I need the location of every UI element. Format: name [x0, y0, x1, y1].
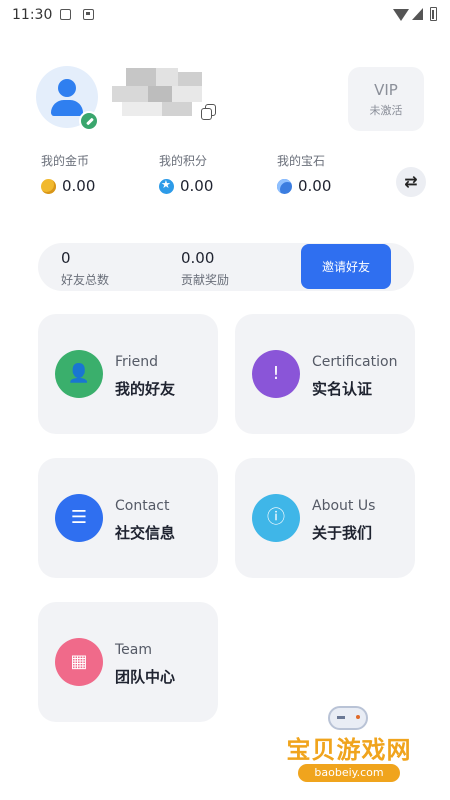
- copy-icon-front: [201, 108, 212, 120]
- edit-icon[interactable]: [79, 111, 99, 131]
- menu-card-cn: 我的好友: [115, 380, 176, 398]
- shield-icon: !: [252, 350, 300, 398]
- username-redacted: [112, 68, 208, 120]
- chat-glyph: ☰: [70, 507, 88, 528]
- points-icon: [159, 178, 174, 194]
- status-time: 11:30: [12, 7, 53, 23]
- menu-card-team[interactable]: ▦ Team 团队中心: [38, 602, 218, 722]
- copy-icon[interactable]: [201, 104, 218, 121]
- wallet-coins[interactable]: 我的金币 0.00: [41, 152, 95, 195]
- gem-icon: [277, 178, 292, 194]
- menu-card-en: Friend: [115, 354, 159, 370]
- reward-stat: 0.00 贡献奖励: [181, 249, 229, 288]
- grid-glyph: ▦: [70, 651, 88, 672]
- notification-icon: [60, 9, 71, 20]
- watermark-url: baobeiy.com: [298, 764, 400, 782]
- wallet-label: 我的金币: [41, 154, 90, 168]
- vip-status: 未激活: [369, 104, 403, 117]
- watermark-logo: 宝贝游戏网 baobeiy.com: [276, 706, 422, 788]
- menu-card-en: About Us: [312, 498, 376, 514]
- shield-glyph: !: [272, 363, 280, 384]
- exchange-button[interactable]: ⇄: [396, 167, 426, 197]
- menu-card-cn: 社交信息: [115, 524, 176, 542]
- menu-card-en: Certification: [312, 354, 398, 370]
- status-bar: 11:30: [0, 0, 450, 30]
- grid-icon: ▦: [55, 638, 103, 686]
- wifi-icon: [393, 9, 409, 21]
- menu-card-certification[interactable]: ! Certification 实名认证: [235, 314, 415, 434]
- wallet-gems[interactable]: 我的宝石 0.00: [277, 152, 331, 195]
- person-glyph: 👤: [67, 363, 91, 384]
- wallet-value: 0.00: [298, 177, 332, 195]
- wallet-points[interactable]: 我的积分 0.00: [159, 152, 213, 195]
- menu-card-cn: 团队中心: [115, 668, 176, 686]
- friends-total-stat: 0 好友总数: [61, 249, 109, 288]
- friends-total-label: 好友总数: [61, 273, 110, 287]
- menu-card-en: Team: [115, 642, 153, 658]
- wallet-value: 0.00: [180, 177, 214, 195]
- menu-card-en: Contact: [115, 498, 170, 514]
- vip-card[interactable]: VIP 未激活: [348, 67, 424, 131]
- menu-card-about[interactable]: ⓘ About Us 关于我们: [235, 458, 415, 578]
- watermark-brand: 宝贝游戏网: [286, 736, 412, 764]
- invite-friends-button[interactable]: 邀请好友: [301, 244, 391, 289]
- swap-icon: ⇄: [404, 172, 418, 191]
- signal-icon: [412, 8, 423, 20]
- gamepad-icon: [328, 706, 368, 730]
- person-icon: 👤: [55, 350, 103, 398]
- vip-title: VIP: [374, 81, 398, 99]
- battery-icon: [430, 7, 437, 21]
- wallet-value: 0.00: [62, 177, 96, 195]
- reward-value: 0.00: [181, 249, 215, 267]
- info-icon: ⓘ: [252, 494, 300, 542]
- menu-card-friend[interactable]: 👤 Friend 我的好友: [38, 314, 218, 434]
- reward-label: 贡献奖励: [181, 273, 230, 287]
- menu-card-contact[interactable]: ☰ Contact 社交信息: [38, 458, 218, 578]
- user-icon-body: [51, 100, 83, 116]
- coin-icon: [41, 178, 56, 194]
- media-icon: [83, 9, 94, 20]
- info-glyph: ⓘ: [267, 507, 285, 528]
- user-icon: [58, 79, 76, 97]
- wallet-label: 我的宝石: [277, 154, 326, 168]
- menu-card-cn: 实名认证: [312, 380, 373, 398]
- wallet-label: 我的积分: [159, 154, 208, 168]
- menu-card-cn: 关于我们: [312, 524, 373, 542]
- chat-icon: ☰: [55, 494, 103, 542]
- friends-total-value: 0: [61, 249, 71, 267]
